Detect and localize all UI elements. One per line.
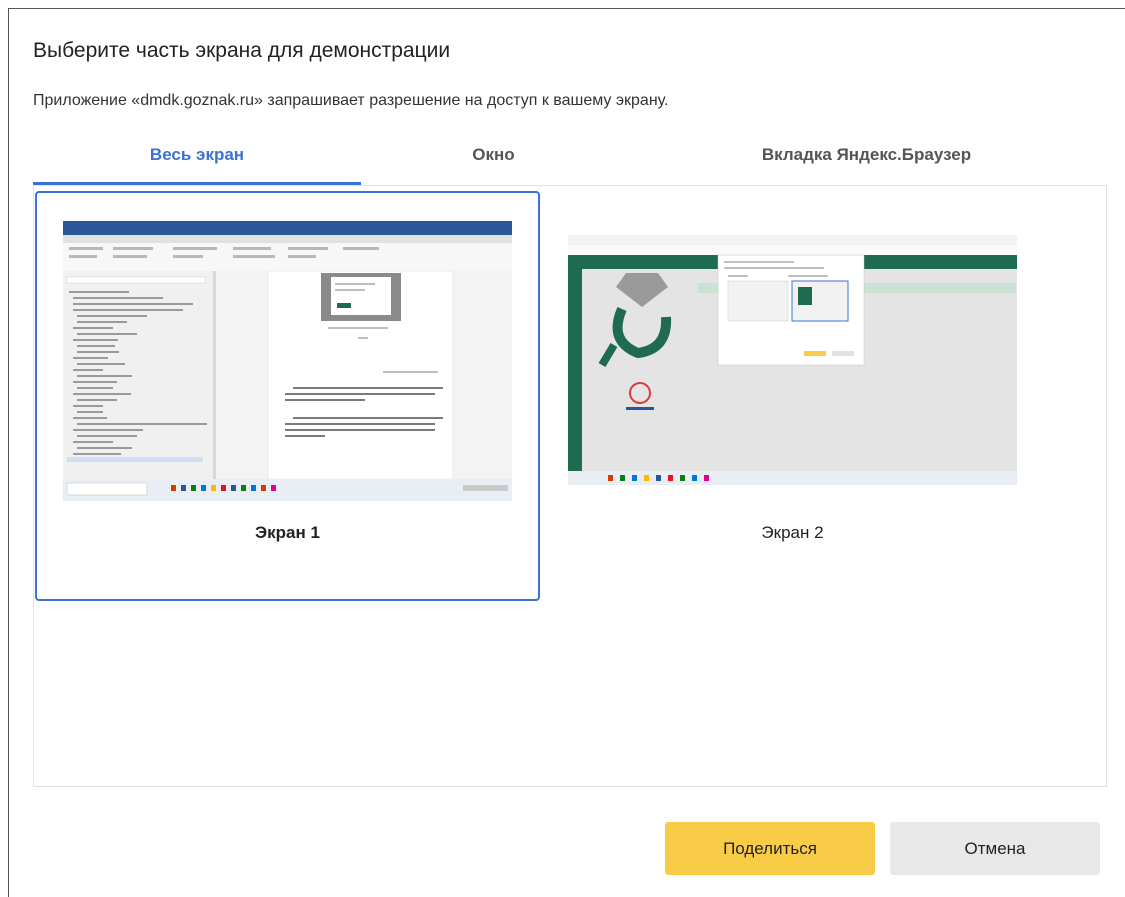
tab-window[interactable]: Окно — [361, 137, 626, 185]
screen-card-1[interactable]: Экран 1 — [35, 191, 540, 601]
tab-yandex-browser[interactable]: Вкладка Яндекс.Браузер — [626, 137, 1107, 185]
screen-card-2[interactable]: Экран 2 — [540, 191, 1045, 601]
screen-1-thumbnail — [63, 221, 512, 501]
browser-app-thumbnail-icon — [568, 221, 1017, 501]
screen-1-label: Экран 1 — [255, 523, 320, 542]
cancel-button[interactable]: Отмена — [890, 822, 1100, 875]
screen-2-thumbnail — [568, 221, 1017, 501]
dialog-title: Выберите часть экрана для демонстрации — [33, 39, 451, 62]
screen-2-label: Экран 2 — [761, 523, 824, 542]
source-tabs: Весь экран Окно Вкладка Яндекс.Браузер — [33, 137, 1107, 185]
share-button[interactable]: Поделиться — [665, 822, 875, 875]
dialog-subtitle: Приложение «dmdk.goznak.ru» запрашивает … — [33, 92, 669, 109]
tab-entire-screen[interactable]: Весь экран — [33, 137, 361, 185]
screens-panel: Экран 1 Экран 2 — [33, 185, 1107, 787]
word-document-thumbnail-icon — [63, 221, 512, 501]
screen-share-dialog: Выберите часть экрана для демонстрации П… — [8, 8, 1125, 897]
